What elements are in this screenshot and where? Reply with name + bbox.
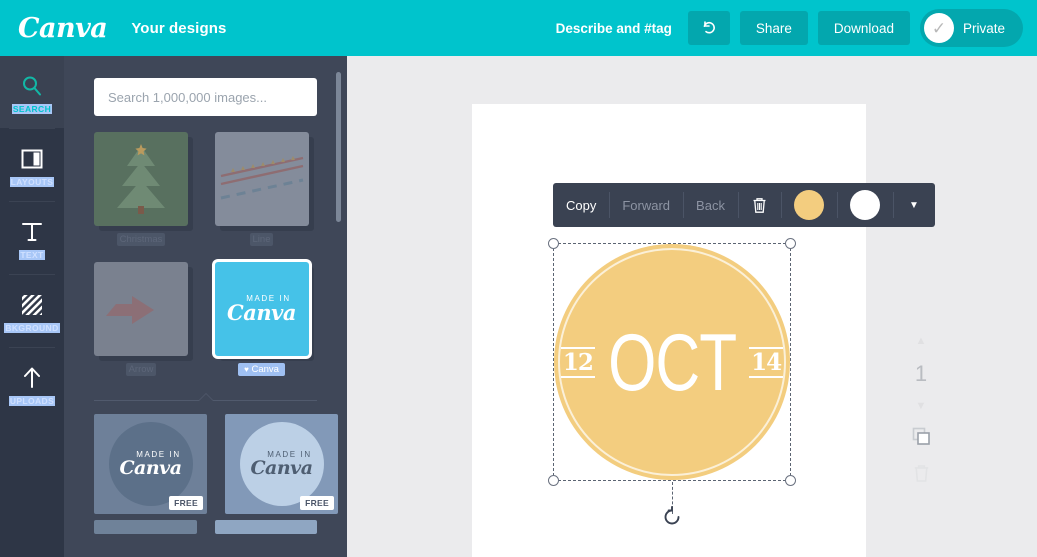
canva-logo[interactable]: Canva	[18, 15, 108, 42]
category-thumbnail-grid: Christmas Line Arrow MADE IN Canva ♥ Can…	[64, 116, 347, 376]
thumbnail-caption: Arrow	[94, 363, 188, 376]
thumbnail-caption: Christmas	[94, 233, 188, 246]
canva-editor-window: Canva Your designs Describe and #tag Sha…	[0, 0, 1037, 557]
thumbnail-stack	[214, 132, 314, 231]
color-swatch-gold	[793, 190, 824, 220]
hatched-square-icon	[19, 290, 45, 320]
thumbnail-stack: MADE IN Canva	[214, 262, 314, 361]
result-item-partial[interactable]	[214, 520, 317, 534]
sidebar-label-text: TEXT	[19, 249, 45, 260]
thumbnail-item[interactable]: Arrow	[94, 262, 197, 376]
thumbnail-caption-selected: ♥ Canva	[215, 363, 309, 376]
thumbnail-image-christmas	[94, 132, 188, 226]
check-circle-icon: ✓	[923, 13, 954, 43]
arrow-icon	[106, 296, 154, 324]
sidebar-item-background[interactable]: BKGROUND	[0, 275, 64, 347]
upload-arrow-icon	[20, 363, 44, 393]
page-controls-rail: ▲ 1 ▼	[901, 336, 941, 487]
search-field-wrap	[64, 56, 347, 116]
primary-color-swatch-button[interactable]	[780, 183, 837, 227]
privacy-toggle[interactable]: ✓ Private	[919, 9, 1023, 47]
editor-area: Copy Forward Back ▼ 12 OCT 14 ▲ 1 ▼	[347, 56, 1037, 557]
describe-and-tag-link[interactable]: Describe and #tag	[556, 21, 672, 36]
thumbnail-stack	[94, 132, 193, 231]
search-input[interactable]	[94, 78, 317, 116]
thumbnail-caption: Line	[215, 233, 309, 246]
thumbnail-item-selected[interactable]: MADE IN Canva ♥ Canva	[214, 262, 318, 376]
layouts-grid-icon	[20, 144, 44, 174]
selection-box[interactable]	[548, 238, 796, 525]
rotate-handle-icon[interactable]	[661, 506, 683, 528]
secondary-color-swatch-button[interactable]	[836, 183, 893, 227]
sidebar-item-layouts[interactable]: LAYOUTS	[0, 129, 64, 201]
caption-text: Christmas	[116, 233, 166, 246]
sidebar-item-uploads[interactable]: UPLOADS	[0, 348, 64, 420]
result-item-partial[interactable]	[94, 520, 197, 534]
undo-arrow-icon	[703, 21, 715, 34]
duplicate-page-icon[interactable]	[911, 426, 931, 450]
more-options-button[interactable]: ▼	[892, 183, 935, 227]
divider-pointer	[198, 394, 213, 401]
back-button[interactable]: Back	[683, 183, 738, 227]
privacy-label: Private	[962, 20, 1005, 36]
color-swatch-white	[849, 190, 880, 220]
trash-page-icon[interactable]	[913, 464, 930, 487]
chevron-down-icon[interactable]: ▼	[916, 401, 927, 412]
sidebar-label-search: SEARCH	[11, 103, 53, 114]
caption-text: Arrow	[125, 363, 157, 376]
search-panel: Christmas	[64, 56, 347, 557]
made-in-canva-badge: MADE IN Canva	[108, 422, 193, 506]
search-results-grid: MADE IN Canva FREE MADE IN Canva FREE	[64, 404, 347, 514]
made-in-canva-badge: MADE IN Canva	[239, 422, 324, 506]
copy-button[interactable]: Copy	[553, 183, 609, 227]
object-toolbar: Copy Forward Back ▼	[553, 183, 935, 227]
share-button[interactable]: Share	[739, 11, 808, 45]
sidebar-item-search[interactable]: SEARCH	[0, 56, 64, 128]
resize-handle-bottom-left[interactable]	[548, 475, 559, 486]
caption-text: Line	[249, 233, 274, 246]
top-bar-actions: Describe and #tag Share Download ✓ Priva…	[556, 9, 1037, 47]
top-bar: Canva Your designs Describe and #tag Sha…	[0, 0, 1037, 56]
delete-object-button[interactable]	[737, 183, 781, 227]
free-badge: FREE	[300, 496, 334, 510]
resize-handle-top-left[interactable]	[548, 238, 559, 249]
left-tool-rail: SEARCH LAYOUTS TEXT BKGROUND UPLOADS	[0, 56, 64, 557]
results-row-peek	[94, 520, 317, 534]
page-number: 1	[914, 361, 928, 386]
undo-button[interactable]	[687, 11, 730, 45]
badge-main-label: Canva	[250, 456, 313, 479]
thumbnail-image-line	[214, 132, 309, 226]
panel-scrollbar[interactable]	[336, 72, 341, 222]
your-designs-link[interactable]: Your designs	[131, 20, 226, 37]
heart-icon: ♥	[244, 365, 249, 374]
magnifier-icon	[20, 71, 44, 101]
christmas-tree-icon	[117, 144, 165, 214]
free-badge: FREE	[169, 496, 203, 510]
download-button[interactable]: Download	[817, 11, 910, 45]
line-styles-icon	[220, 156, 303, 200]
resize-handle-top-right[interactable]	[785, 238, 796, 249]
sidebar-label-background: BKGROUND	[4, 322, 60, 333]
sidebar-item-text[interactable]: TEXT	[0, 202, 64, 274]
caption-selected: ♥ Canva	[238, 363, 285, 376]
badge-main-label: Canva	[119, 456, 182, 479]
thumbnail-image-canva: MADE IN Canva	[214, 262, 309, 356]
thumbnail-image-arrow	[94, 262, 188, 356]
caption-text: Canva	[251, 364, 279, 375]
thumbnail-item[interactable]: Christmas	[94, 132, 197, 246]
trash-icon	[753, 197, 766, 213]
sidebar-label-layouts: LAYOUTS	[9, 176, 55, 187]
text-t-icon	[19, 217, 45, 247]
result-item[interactable]: MADE IN Canva FREE	[225, 414, 338, 514]
forward-button[interactable]: Forward	[609, 183, 683, 227]
resize-handle-bottom-right[interactable]	[785, 475, 796, 486]
panel-divider	[94, 393, 317, 404]
thumbnail-stack	[94, 262, 193, 361]
thumbnail-item[interactable]: Line	[214, 132, 318, 246]
sidebar-label-uploads: UPLOADS	[8, 395, 56, 406]
result-item[interactable]: MADE IN Canva FREE	[94, 414, 207, 514]
chevron-up-icon[interactable]: ▲	[916, 336, 927, 347]
